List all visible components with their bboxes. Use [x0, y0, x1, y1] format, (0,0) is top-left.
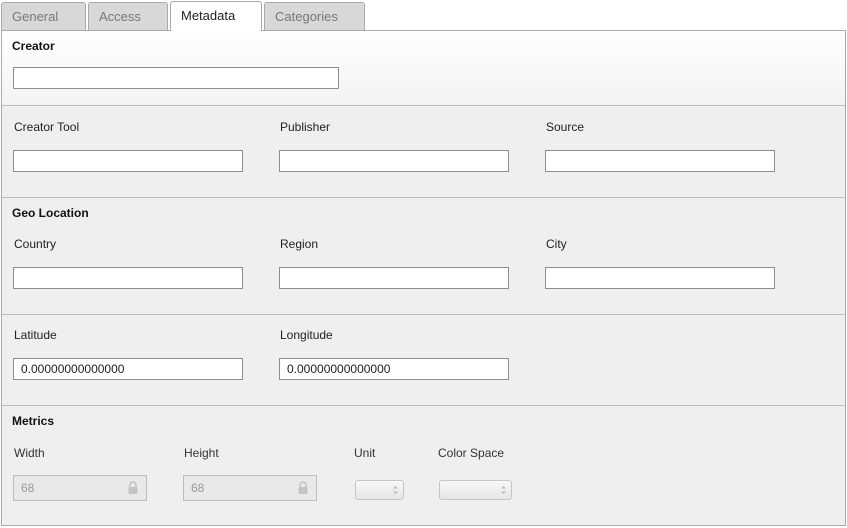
- creator-section: Creator: [2, 31, 845, 106]
- color-space-select[interactable]: [439, 480, 512, 500]
- production-section: Creator Tool Publisher Source: [2, 106, 845, 198]
- publisher-label: Publisher: [280, 120, 331, 134]
- metrics-heading: Metrics: [12, 414, 55, 428]
- geo-location-heading: Geo Location: [12, 206, 89, 220]
- tab-general[interactable]: General: [1, 2, 86, 30]
- source-input[interactable]: [545, 150, 775, 172]
- city-input[interactable]: [545, 267, 775, 289]
- unit-spinner-arrows-icon: [393, 486, 398, 494]
- height-label: Height: [184, 446, 219, 460]
- tab-access[interactable]: Access: [88, 2, 168, 30]
- metrics-section: Metrics Width Height Unit Color: [2, 406, 845, 525]
- color-space-label: Color Space: [438, 446, 505, 460]
- unit-select[interactable]: [355, 480, 404, 500]
- region-input[interactable]: [279, 267, 509, 289]
- latitude-input[interactable]: [13, 358, 243, 380]
- longitude-input[interactable]: [279, 358, 509, 380]
- longitude-label: Longitude: [280, 328, 333, 342]
- metadata-panel: Creator Creator Tool Publisher Source Ge…: [1, 30, 846, 526]
- metadata-dialog: General Access Metadata Categories Creat…: [0, 0, 847, 528]
- creator-tool-label: Creator Tool: [14, 120, 80, 134]
- creator-tool-input[interactable]: [13, 150, 243, 172]
- latitude-label: Latitude: [14, 328, 57, 342]
- tab-categories[interactable]: Categories: [264, 2, 365, 30]
- country-label: Country: [14, 237, 57, 251]
- coordinates-section: Latitude Longitude: [2, 315, 845, 406]
- creator-heading: Creator: [12, 39, 55, 53]
- color-space-spinner-arrows-icon: [501, 486, 506, 494]
- region-label: Region: [280, 237, 319, 251]
- width-label: Width: [14, 446, 45, 460]
- publisher-input[interactable]: [279, 150, 509, 172]
- width-lock-icon: [128, 481, 138, 494]
- height-lock-icon: [298, 481, 308, 494]
- source-label: Source: [546, 120, 585, 134]
- country-input[interactable]: [13, 267, 243, 289]
- tab-bar: General Access Metadata Categories: [0, 0, 847, 31]
- creator-input[interactable]: [13, 67, 339, 89]
- tab-metadata[interactable]: Metadata: [170, 1, 262, 31]
- unit-label: Unit: [354, 446, 376, 460]
- city-label: City: [546, 237, 567, 251]
- geo-location-section: Geo Location Country Region City: [2, 198, 845, 315]
